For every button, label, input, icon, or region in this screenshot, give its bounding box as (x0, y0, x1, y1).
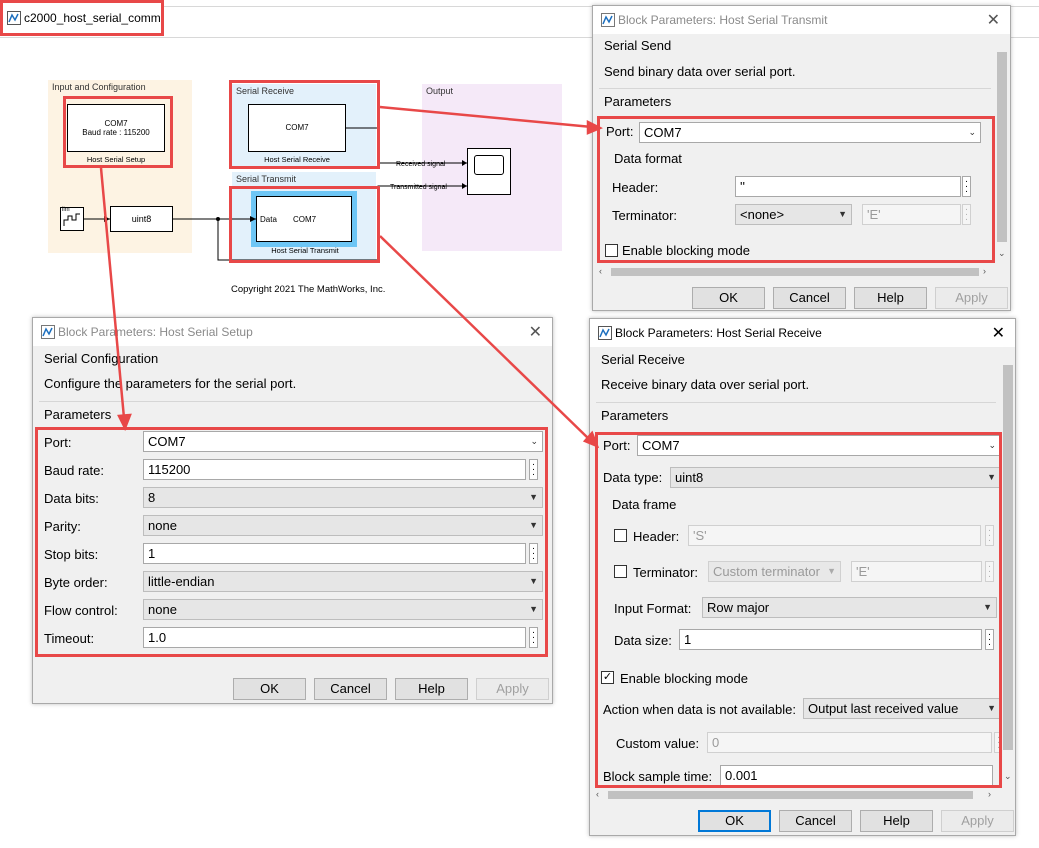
highlight-arrows (99, 105, 604, 449)
